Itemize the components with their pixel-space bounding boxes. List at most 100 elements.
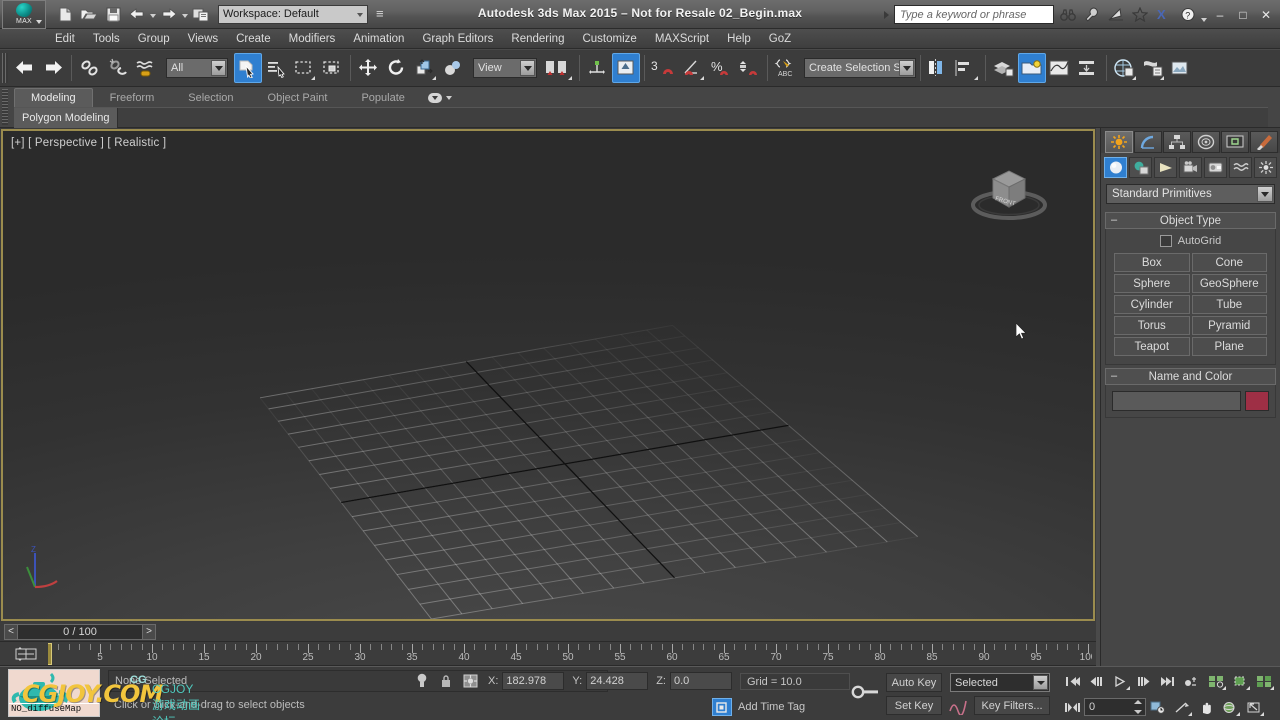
previous-frame-button[interactable] <box>1084 670 1108 692</box>
object-type-cone[interactable]: Cone <box>1191 253 1267 272</box>
select-and-manipulate-icon[interactable] <box>584 53 612 83</box>
time-slider-playhead[interactable] <box>48 643 52 665</box>
current-frame-indicator[interactable]: 0 / 100 <box>18 623 142 640</box>
ribbon-tab-modeling[interactable]: Modeling <box>14 88 93 107</box>
x-coordinate-field[interactable]: 182.978 <box>502 672 565 690</box>
object-color-swatch[interactable] <box>1245 391 1269 411</box>
set-key-curve-icon[interactable] <box>948 696 970 715</box>
snaps-toggle-icon[interactable] <box>612 53 640 83</box>
maximize-viewport-toggle-button[interactable] <box>1252 670 1276 692</box>
menu-item-customize[interactable]: Customize <box>573 31 645 47</box>
select-and-move-icon[interactable] <box>355 53 383 83</box>
layer-explorer-icon[interactable] <box>990 53 1018 83</box>
key-mode-toggle-icon[interactable] <box>848 679 882 705</box>
menu-item-views[interactable]: Views <box>179 31 227 47</box>
unlink-selection-icon[interactable] <box>104 53 132 83</box>
lights-category[interactable] <box>1154 157 1177 178</box>
pan-view-button[interactable] <box>1194 696 1218 718</box>
wrench-icon[interactable] <box>1081 4 1102 25</box>
key-step-toggle-button[interactable] <box>1060 696 1084 718</box>
zoom-extents-selected-button[interactable] <box>1228 670 1252 692</box>
window-crossing-icon[interactable] <box>318 53 346 83</box>
schematic-view-icon[interactable] <box>1074 53 1102 83</box>
menu-item-edit[interactable]: Edit <box>46 31 84 47</box>
ribbon-tab-populate[interactable]: Populate <box>344 88 421 107</box>
menu-item-group[interactable]: Group <box>129 31 179 47</box>
undo-scene-operation-icon[interactable] <box>11 53 39 83</box>
maximize-button[interactable]: □ <box>1233 4 1253 25</box>
undo-dropdown-icon[interactable] <box>150 14 156 18</box>
spinner-snap-toggle-icon[interactable] <box>735 53 763 83</box>
open-mini-curve-editor-icon[interactable] <box>14 645 38 663</box>
ribbon-panel-polygon-modeling[interactable]: Polygon Modeling <box>14 108 119 128</box>
menu-item-graph-editors[interactable]: Graph Editors <box>413 31 502 47</box>
render-setup-icon[interactable] <box>1139 53 1167 83</box>
add-time-tag-label[interactable]: Add Time Tag <box>738 701 805 713</box>
new-file-icon[interactable] <box>54 3 76 25</box>
application-menu-button[interactable]: MAX <box>2 0 46 29</box>
next-frame-button[interactable] <box>1132 670 1156 692</box>
minimize-button[interactable]: – <box>1210 4 1230 25</box>
rectangular-selection-region-icon[interactable] <box>290 53 318 83</box>
ribbon-display-options-dropdown[interactable] <box>422 88 458 107</box>
absolute-relative-transform-icon[interactable] <box>460 671 480 691</box>
track-bar[interactable]: 0510152025303540455055606570758085909510… <box>0 642 1096 666</box>
perspective-viewport[interactable]: [+] [ Perspective ] [ Realistic ] FRONT … <box>1 129 1095 621</box>
redo-scene-operation-icon[interactable] <box>39 53 67 83</box>
view-cube[interactable]: FRONT <box>963 153 1055 229</box>
project-folder-icon[interactable] <box>190 3 212 25</box>
satellite-dish-icon[interactable] <box>1105 4 1126 25</box>
menu-item-maxscript[interactable]: MAXScript <box>646 31 718 47</box>
chevron-down-icon[interactable] <box>1257 186 1273 202</box>
edit-named-selection-sets-icon[interactable]: ABC <box>772 53 800 83</box>
angle-snap-toggle-icon[interactable]: 3 <box>649 53 679 83</box>
object-name-input[interactable] <box>1112 391 1241 411</box>
selection-lock-icon[interactable] <box>436 671 456 691</box>
go-to-end-button[interactable] <box>1156 670 1180 692</box>
field-of-view-button[interactable] <box>1242 696 1266 718</box>
angle-snap-icon[interactable] <box>679 53 707 83</box>
undo-icon[interactable] <box>126 3 148 25</box>
select-and-place-icon[interactable] <box>439 53 467 83</box>
select-and-scale-icon[interactable] <box>411 53 439 83</box>
chevron-down-icon[interactable] <box>211 60 226 76</box>
help-circle-icon[interactable]: ? <box>1177 4 1198 25</box>
orbit-button[interactable] <box>1218 696 1242 718</box>
workspace-selector[interactable]: Workspace: Default <box>218 4 368 24</box>
key-mode-toggle-button[interactable] <box>1180 670 1204 692</box>
create-tab[interactable] <box>1105 131 1133 153</box>
named-selection-sets-combo[interactable]: Create Selection Set <box>804 58 916 78</box>
previous-frame-arrow[interactable]: < <box>4 623 18 640</box>
rendered-frame-window-icon[interactable] <box>1167 53 1195 83</box>
menu-item-help[interactable]: Help <box>718 31 760 47</box>
time-configuration-button[interactable] <box>1146 696 1170 718</box>
scene-explorer-icon[interactable] <box>1018 53 1046 83</box>
material-preview-swatch[interactable]: NO_diffuseMap <box>8 669 100 717</box>
go-to-start-button[interactable] <box>1060 670 1084 692</box>
frame-spinner[interactable] <box>1134 700 1144 714</box>
chevron-down-icon[interactable] <box>1033 675 1048 690</box>
star-icon[interactable] <box>1129 4 1150 25</box>
track-bar-ruler[interactable]: 0510152025303540455055606570758085909510… <box>48 642 1092 666</box>
exchange-x-icon[interactable]: X <box>1153 4 1174 25</box>
object-type-cylinder[interactable]: Cylinder <box>1114 295 1190 314</box>
shapes-category[interactable] <box>1129 157 1152 178</box>
save-file-icon[interactable] <box>102 3 124 25</box>
open-file-icon[interactable] <box>78 3 100 25</box>
object-type-box[interactable]: Box <box>1114 253 1190 272</box>
autogrid-checkbox[interactable] <box>1159 235 1172 247</box>
auto-key-button[interactable]: Auto Key <box>886 673 942 692</box>
object-type-pyramid[interactable]: Pyramid <box>1191 316 1267 335</box>
ribbon-tab-object-paint[interactable]: Object Paint <box>251 88 345 107</box>
bind-to-space-warp-icon[interactable] <box>132 53 160 83</box>
select-and-link-icon[interactable] <box>76 53 104 83</box>
ribbon-tab-freeform[interactable]: Freeform <box>93 88 172 107</box>
z-coordinate-field[interactable]: 0.0 <box>669 672 732 690</box>
hierarchy-tab[interactable] <box>1163 131 1191 153</box>
cameras-category[interactable] <box>1179 157 1202 178</box>
object-type-torus[interactable]: Torus <box>1114 316 1190 335</box>
use-pivot-center-icon[interactable] <box>541 53 575 83</box>
helpers-category[interactable] <box>1204 157 1227 178</box>
collapse-icon[interactable]: – <box>1111 215 1117 226</box>
systems-category[interactable] <box>1254 157 1277 178</box>
